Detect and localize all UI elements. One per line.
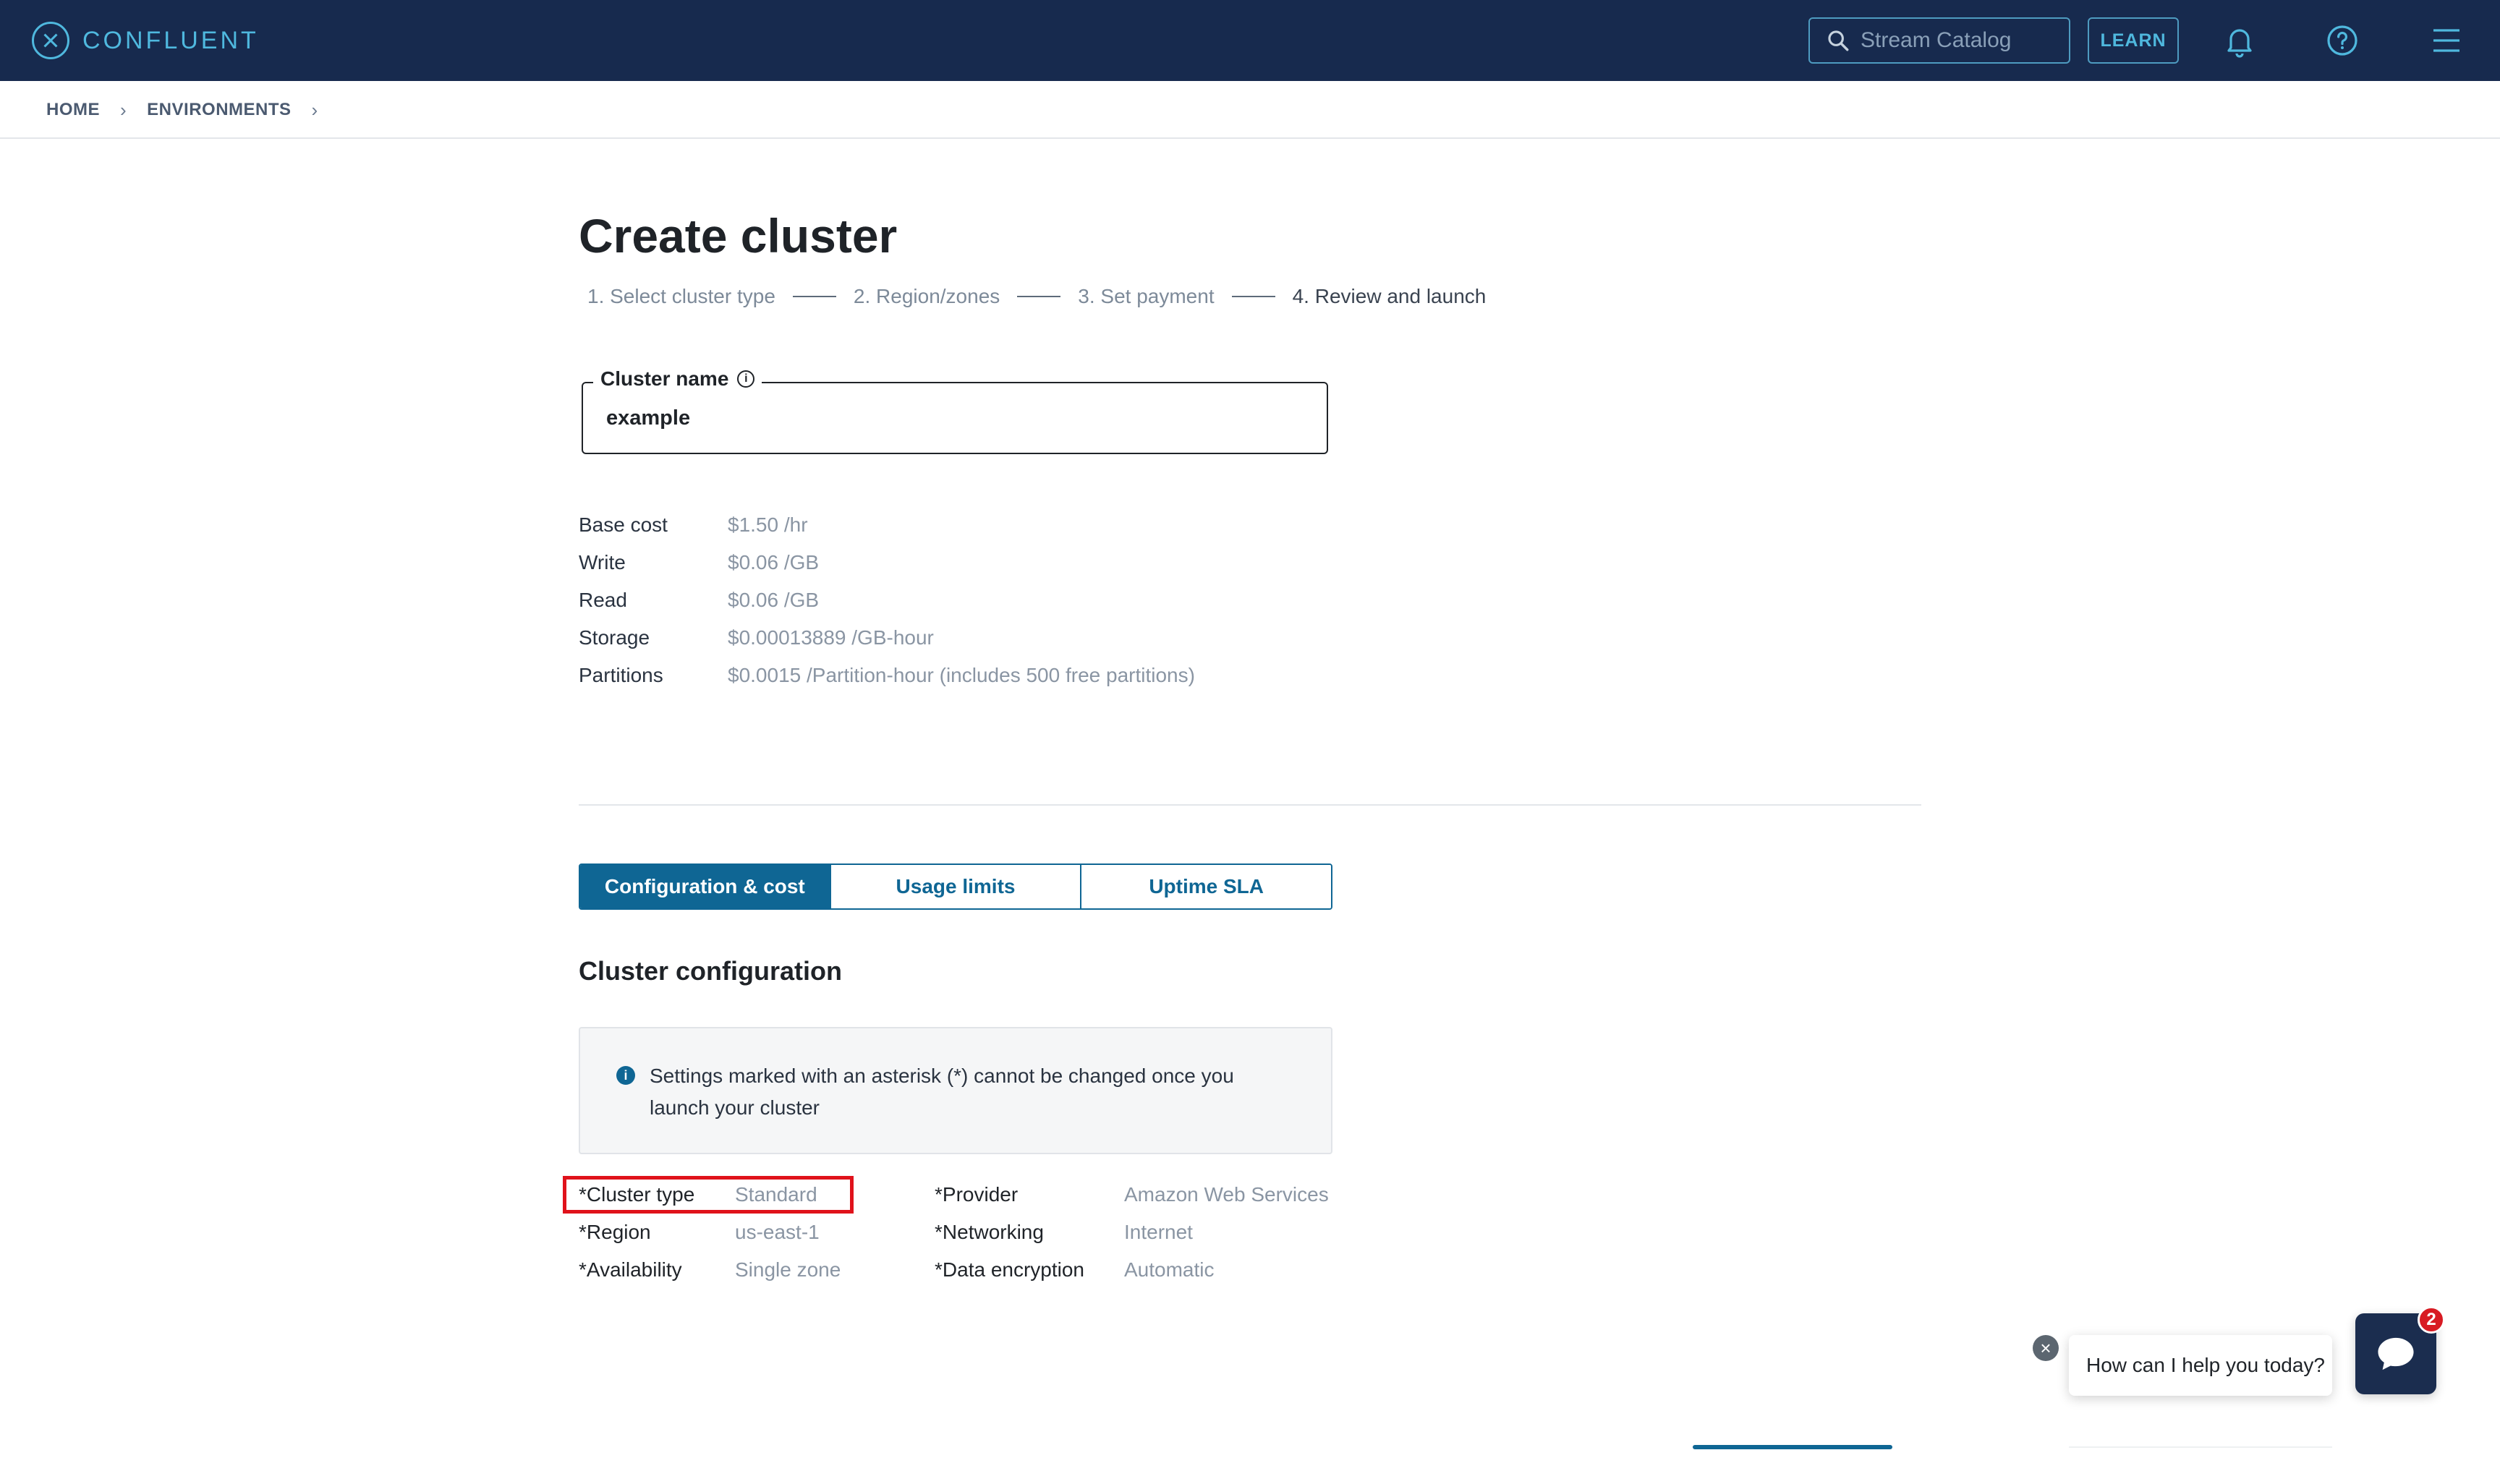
page-title: Create cluster <box>579 209 898 263</box>
info-icon: i <box>616 1066 635 1085</box>
panel-edge <box>2069 1446 2332 1448</box>
breadcrumb-home[interactable]: HOME <box>46 100 100 120</box>
tab-uptime-sla[interactable]: Uptime SLA <box>1081 865 1331 908</box>
step-review-and-launch[interactable]: 4. Review and launch <box>1293 285 1487 308</box>
config-value: us-east-1 <box>735 1221 820 1243</box>
config-value: Single zone <box>735 1258 841 1281</box>
config-label: *Networking <box>935 1221 1044 1243</box>
search-placeholder: Stream Catalog <box>1861 28 2012 52</box>
primary-action-edge <box>1693 1445 1892 1449</box>
price-row: Partitions $0.0015 /Partition-hour (inclu… <box>579 657 1195 694</box>
config-row: *Availability Single zone <box>579 1251 841 1289</box>
price-row: Write $0.06 /GB <box>579 544 1195 581</box>
config-row: *Region us-east-1 <box>579 1214 820 1251</box>
price-row: Read $0.06 /GB <box>579 581 1195 619</box>
config-value: Internet <box>1124 1221 1193 1243</box>
config-label: *Availability <box>579 1258 682 1281</box>
section-divider <box>579 804 1921 806</box>
price-value: $1.50 /hr <box>728 513 808 536</box>
config-value: Automatic <box>1124 1258 1215 1281</box>
config-row: *Provider Amazon Web Services <box>935 1176 1329 1214</box>
info-icon[interactable]: i <box>737 370 755 388</box>
main-menu-button[interactable] <box>2425 19 2468 62</box>
chat-bubble-icon <box>2378 1337 2414 1370</box>
notice-text: Settings marked with an asterisk (*) can… <box>650 1065 1234 1119</box>
price-value: $0.00013889 /GB-hour <box>728 626 934 649</box>
step-connector <box>1017 296 1061 297</box>
breadcrumb-environments[interactable]: ENVIRONMENTS <box>147 100 291 120</box>
tab-configuration-and-cost[interactable]: Configuration & cost <box>580 865 831 908</box>
header-divider <box>0 137 2500 139</box>
chat-dismiss-button[interactable]: × <box>2033 1335 2059 1361</box>
cluster-name-field[interactable]: Cluster name i example <box>582 367 1328 454</box>
learn-button[interactable]: LEARN <box>2088 17 2179 64</box>
search-icon <box>1828 30 1849 51</box>
cluster-configuration-title: Cluster configuration <box>579 956 843 986</box>
hamburger-menu-icon <box>2433 29 2459 52</box>
price-value: $0.06 /GB <box>728 589 820 611</box>
config-value: Amazon Web Services <box>1124 1183 1329 1206</box>
chat-unread-badge: 2 <box>2418 1306 2445 1334</box>
step-region-zones[interactable]: 2. Region/zones <box>854 285 1000 308</box>
details-tabs: Configuration & cost Usage limits Uptime… <box>579 863 1332 910</box>
price-value: $0.06 /GB <box>728 551 820 573</box>
logo-text: CONFLUENT <box>82 26 259 54</box>
chat-prompt-text: How can I help you today? <box>2086 1354 2325 1376</box>
settings-notice: i Settings marked with an asterisk (*) c… <box>579 1027 1332 1154</box>
chat-prompt[interactable]: How can I help you today? <box>2069 1335 2332 1396</box>
top-nav: CONFLUENT Stream Catalog LEARN <box>0 0 2500 81</box>
confluent-logo-icon <box>32 22 69 59</box>
stream-catalog-search[interactable]: Stream Catalog <box>1808 17 2070 64</box>
help-icon <box>2327 25 2357 56</box>
price-label: Read <box>579 589 627 611</box>
cluster-name-input[interactable]: example <box>606 406 690 430</box>
cluster-name-label: Cluster name i <box>593 367 762 391</box>
confluent-logo[interactable]: CONFLUENT <box>32 22 259 59</box>
notifications-button[interactable] <box>2218 19 2261 62</box>
tab-usage-limits[interactable]: Usage limits <box>830 865 1082 908</box>
chevron-right-icon: › <box>120 98 127 121</box>
step-connector <box>792 296 836 297</box>
pricing-list: Base cost $1.50 /hr Write $0.06 /GB Read $0… <box>579 506 1195 694</box>
price-label: Partitions <box>579 664 663 686</box>
price-value: $0.0015 /Partition-hour (includes 500 fr… <box>728 664 1195 686</box>
price-row: Base cost $1.50 /hr <box>579 506 1195 544</box>
price-label: Base cost <box>579 513 668 536</box>
config-label: *Data encryption <box>935 1258 1085 1281</box>
bell-icon <box>2227 29 2252 58</box>
price-label: Storage <box>579 626 650 649</box>
wizard-steps: 1. Select cluster type 2. Region/zones 3… <box>587 282 1486 311</box>
cluster-type-highlight <box>563 1176 854 1214</box>
config-label: *Region <box>579 1221 651 1243</box>
chevron-right-icon: › <box>311 98 318 121</box>
price-label: Write <box>579 551 626 573</box>
help-button[interactable] <box>2321 19 2364 62</box>
step-select-cluster-type[interactable]: 1. Select cluster type <box>587 285 775 308</box>
breadcrumb: HOME › ENVIRONMENTS › <box>46 95 318 124</box>
config-row: *Data encryption Automatic <box>935 1251 1215 1289</box>
config-row: *Networking Internet <box>935 1214 1193 1251</box>
cluster-name-label-text: Cluster name <box>600 367 729 390</box>
config-label: *Provider <box>935 1183 1019 1206</box>
price-row: Storage $0.00013889 /GB-hour <box>579 619 1195 657</box>
step-connector <box>1231 296 1275 297</box>
step-set-payment[interactable]: 3. Set payment <box>1078 285 1214 308</box>
